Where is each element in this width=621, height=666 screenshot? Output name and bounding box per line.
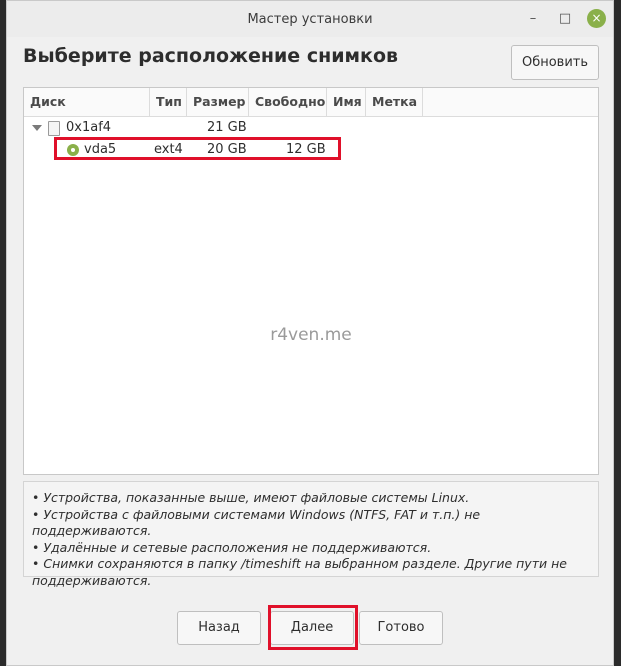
note-item: • Удалённые и сетевые расположения не по…	[32, 539, 432, 555]
selection-highlight-box	[54, 137, 341, 160]
title-bar[interactable]: Мастер установки – □ ×	[7, 1, 613, 37]
window-title: Мастер установки	[247, 12, 373, 27]
expander-arrow-icon[interactable]	[32, 125, 42, 131]
note-item: • Устройства с файловыми системами Windo…	[32, 506, 481, 539]
watermark: r4ven.me	[270, 325, 352, 345]
installer-window: Мастер установки – □ × Выберите располож…	[6, 0, 614, 666]
note-item: • Снимки сохраняются в папку /timeshift …	[32, 556, 567, 588]
disk-name: 0x1af4	[66, 120, 112, 135]
done-button[interactable]: Готово	[359, 611, 443, 645]
minimize-icon[interactable]: –	[524, 10, 542, 28]
table-header: Диск Тип Размер Свободно Имя Метка	[24, 88, 598, 117]
column-free[interactable]: Свободно	[249, 88, 327, 116]
disk-icon	[48, 121, 60, 136]
refresh-button[interactable]: Обновить	[511, 45, 599, 80]
column-type[interactable]: Тип	[150, 88, 187, 116]
page-title: Выберите расположение снимков	[23, 45, 399, 67]
column-label[interactable]: Метка	[366, 88, 423, 116]
column-disk[interactable]: Диск	[24, 88, 150, 116]
devices-table: Диск Тип Размер Свободно Имя Метка 0x1af…	[23, 87, 599, 475]
table-row-disk[interactable]: 0x1af4 21 GB	[24, 117, 598, 139]
column-name[interactable]: Имя	[327, 88, 366, 116]
close-icon[interactable]: ×	[587, 9, 606, 28]
column-size[interactable]: Размер	[187, 88, 249, 116]
next-highlight-box	[268, 605, 358, 650]
notes-box: • Устройства, показанные выше, имеют фай…	[23, 481, 599, 588]
disk-size: 21 GB	[207, 120, 247, 135]
back-button[interactable]: Назад	[177, 611, 261, 645]
maximize-icon[interactable]: □	[556, 10, 574, 28]
note-item: • Устройства, показанные выше, имеют фай…	[32, 490, 470, 505]
